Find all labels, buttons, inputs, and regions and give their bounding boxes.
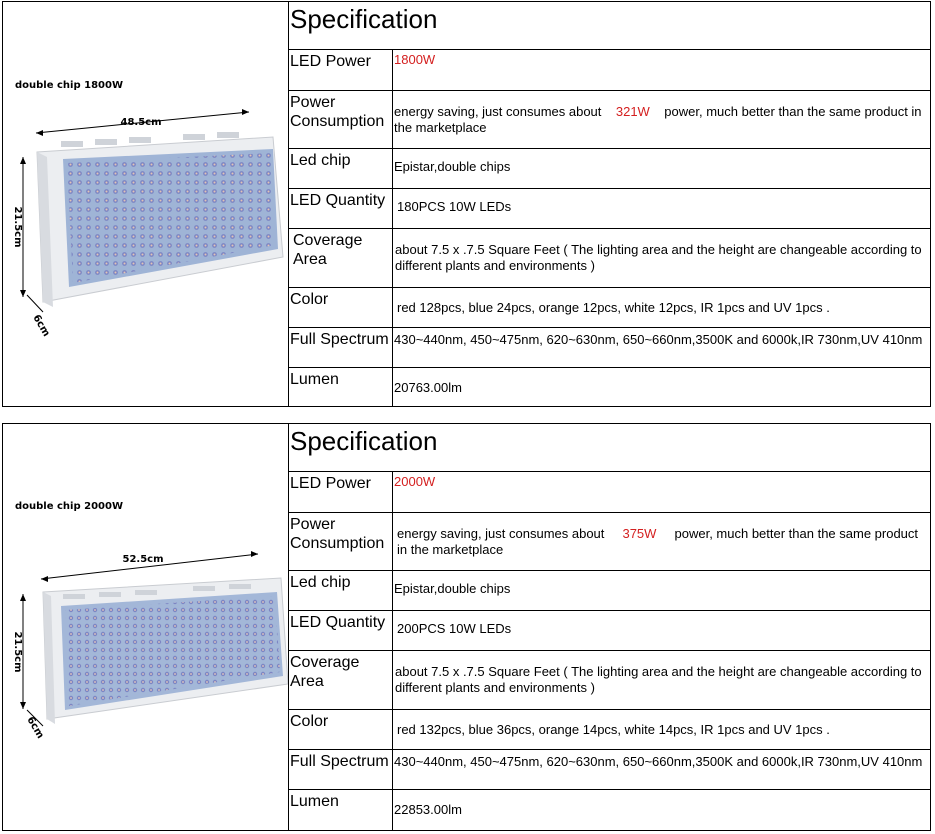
- row-label: Coverage Area: [289, 229, 393, 287]
- product-spec-block-2000w: double chip 2000W 52.5cm 21.5cm 6cm Spec…: [2, 423, 931, 831]
- row-led-chip: Led chip Epistar,double chips: [289, 571, 930, 611]
- row-led-power: LED Power 1800W: [289, 50, 930, 91]
- dimension-depth-label: 6cm: [24, 715, 45, 741]
- led-chip-value: Epistar,double chips: [394, 159, 511, 174]
- color-value: red 132pcs, blue 36pcs, orange 14pcs, wh…: [397, 722, 830, 737]
- row-label: LED Power: [289, 472, 393, 512]
- row-label: Power Consumption: [289, 91, 393, 148]
- row-lumen: Lumen 22853.00lm: [289, 790, 930, 830]
- row-label: LED Quantity: [289, 611, 393, 650]
- row-label: Power Consumption: [289, 513, 393, 570]
- led-power-value: 1800W: [394, 52, 436, 67]
- led-quantity-value: 200PCS 10W LEDs: [397, 621, 512, 636]
- consumption-watts: 321W: [615, 103, 650, 119]
- row-led-quantity: LED Quantity 200PCS 10W LEDs: [289, 611, 930, 651]
- consumption-watts: 375W: [622, 525, 657, 541]
- led-quantity-value: 180PCS 10W LEDs: [397, 199, 512, 214]
- grow-light-illustration: 52.5cm 21.5cm 6cm: [12, 551, 288, 741]
- lumen-value: 20763.00lm: [394, 380, 462, 395]
- dimension-height-label: 21.5cm: [12, 631, 23, 672]
- row-label: LED Quantity: [289, 189, 393, 228]
- power-consumption-value: energy saving, just consumes about 375W …: [393, 513, 930, 570]
- row-label: Full Spectrum: [289, 750, 393, 789]
- led-power-value: 2000W: [394, 474, 436, 489]
- row-label: Full Spectrum: [289, 328, 393, 367]
- product-image-label: double chip 1800W: [15, 80, 123, 91]
- power-consumption-value: energy saving, just consumes about 321W …: [393, 91, 930, 148]
- consumption-pre-text: energy saving, just consumes about: [394, 103, 602, 119]
- row-power-consumption: Power Consumption energy saving, just co…: [289, 91, 930, 149]
- product-image-cell: double chip 2000W 52.5cm 21.5cm 6cm: [3, 424, 289, 830]
- row-label: Lumen: [289, 790, 393, 830]
- spec-title: Specification: [289, 2, 930, 50]
- row-label: Lumen: [289, 368, 393, 406]
- full-spectrum-value: 430~440nm, 450~475nm, 620~630nm, 650~660…: [394, 332, 923, 347]
- product-image-cell: double chip 1800W 48.5cm 21.5cm 6cm: [3, 2, 289, 406]
- row-full-spectrum: Full Spectrum 430~440nm, 450~475nm, 620~…: [289, 750, 930, 790]
- row-full-spectrum: Full Spectrum 430~440nm, 450~475nm, 620~…: [289, 328, 930, 368]
- led-chip-value: Epistar,double chips: [394, 581, 511, 596]
- spec-title: Specification: [289, 424, 930, 472]
- row-label: Led chip: [289, 571, 393, 610]
- dimension-width-label: 48.5cm: [120, 117, 161, 128]
- grow-light-illustration: 48.5cm 21.5cm 6cm: [12, 109, 284, 339]
- consumption-pre-text: energy saving, just consumes about: [397, 525, 605, 541]
- row-power-consumption: Power Consumption energy saving, just co…: [289, 513, 930, 571]
- dimension-depth-label: 6cm: [30, 313, 51, 339]
- row-led-power: LED Power 2000W: [289, 472, 930, 513]
- row-label: LED Power: [289, 50, 393, 90]
- full-spectrum-value: 430~440nm, 450~475nm, 620~630nm, 650~660…: [394, 754, 923, 769]
- color-value: red 128pcs, blue 24pcs, orange 12pcs, wh…: [397, 300, 830, 315]
- lumen-value: 22853.00lm: [394, 802, 462, 817]
- dimension-height-label: 21.5cm: [12, 206, 23, 247]
- row-label: Color: [289, 710, 393, 749]
- coverage-area-value: about 7.5 x .7.5 Square Feet ( The light…: [395, 242, 922, 273]
- spec-table: Specification LED Power 2000W Power Cons…: [289, 424, 930, 830]
- row-led-chip: Led chip Epistar,double chips: [289, 149, 930, 189]
- row-led-quantity: LED Quantity 180PCS 10W LEDs: [289, 189, 930, 229]
- product-spec-block-1800w: double chip 1800W 48.5cm 21.5cm 6cm Spec…: [2, 1, 931, 407]
- row-color: Color red 132pcs, blue 36pcs, orange 14p…: [289, 710, 930, 750]
- row-lumen: Lumen 20763.00lm: [289, 368, 930, 406]
- product-image-label: double chip 2000W: [15, 501, 123, 512]
- row-coverage-area: Coverage Area about 7.5 x .7.5 Square Fe…: [289, 229, 930, 288]
- row-color: Color red 128pcs, blue 24pcs, orange 12p…: [289, 288, 930, 328]
- row-label: Led chip: [289, 149, 393, 188]
- row-label: Coverage Area: [289, 651, 393, 709]
- row-label: Color: [289, 288, 393, 327]
- spec-table: Specification LED Power 1800W Power Cons…: [289, 2, 930, 406]
- dimension-width-label: 52.5cm: [122, 554, 163, 565]
- coverage-area-value: about 7.5 x .7.5 Square Feet ( The light…: [395, 664, 922, 695]
- row-coverage-area: Coverage Area about 7.5 x .7.5 Square Fe…: [289, 651, 930, 710]
